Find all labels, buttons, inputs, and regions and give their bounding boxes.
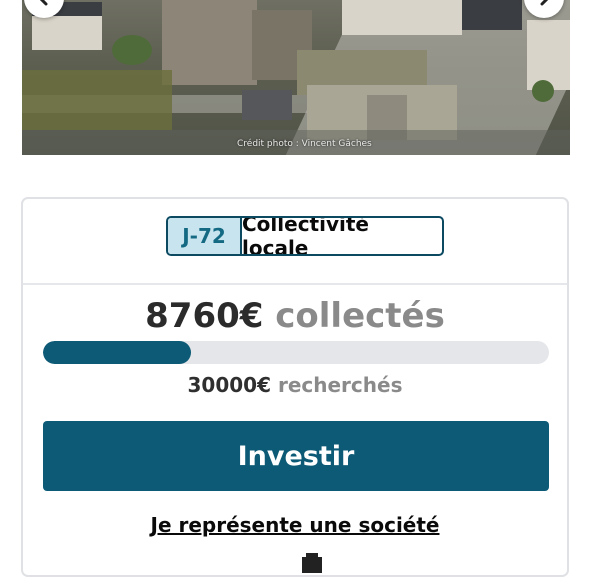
project-photo: Crédit photo : Vincent Gâches [22,0,570,155]
raised-summary: 8760€ collectés [23,296,567,336]
countdown-badge: J-72 [168,218,242,254]
building-icon [302,553,322,573]
raised-suffix: collectés [275,296,445,336]
funding-progress-fill [43,341,191,364]
target-suffix: recherchés [277,373,403,397]
category-badge: Collectivité locale [242,216,369,256]
funding-progress-bar [43,341,549,364]
company-representative-link[interactable]: Je représente une société [23,513,567,537]
invest-button[interactable]: Investir [43,421,549,491]
raised-amount: 8760€ [145,296,264,336]
chevron-left-icon [39,0,48,6]
photo-credit: Crédit photo : Vincent Gâches [237,139,372,149]
target-summary: 30000€ recherchés [23,373,567,397]
project-tags: J-72 Collectivité locale [166,216,444,256]
card-header: J-72 Collectivité locale [23,199,567,285]
target-amount: 30000€ [187,373,272,397]
funding-card: J-72 Collectivité locale 8760€ collectés… [21,197,569,577]
chevron-right-icon [540,0,549,6]
